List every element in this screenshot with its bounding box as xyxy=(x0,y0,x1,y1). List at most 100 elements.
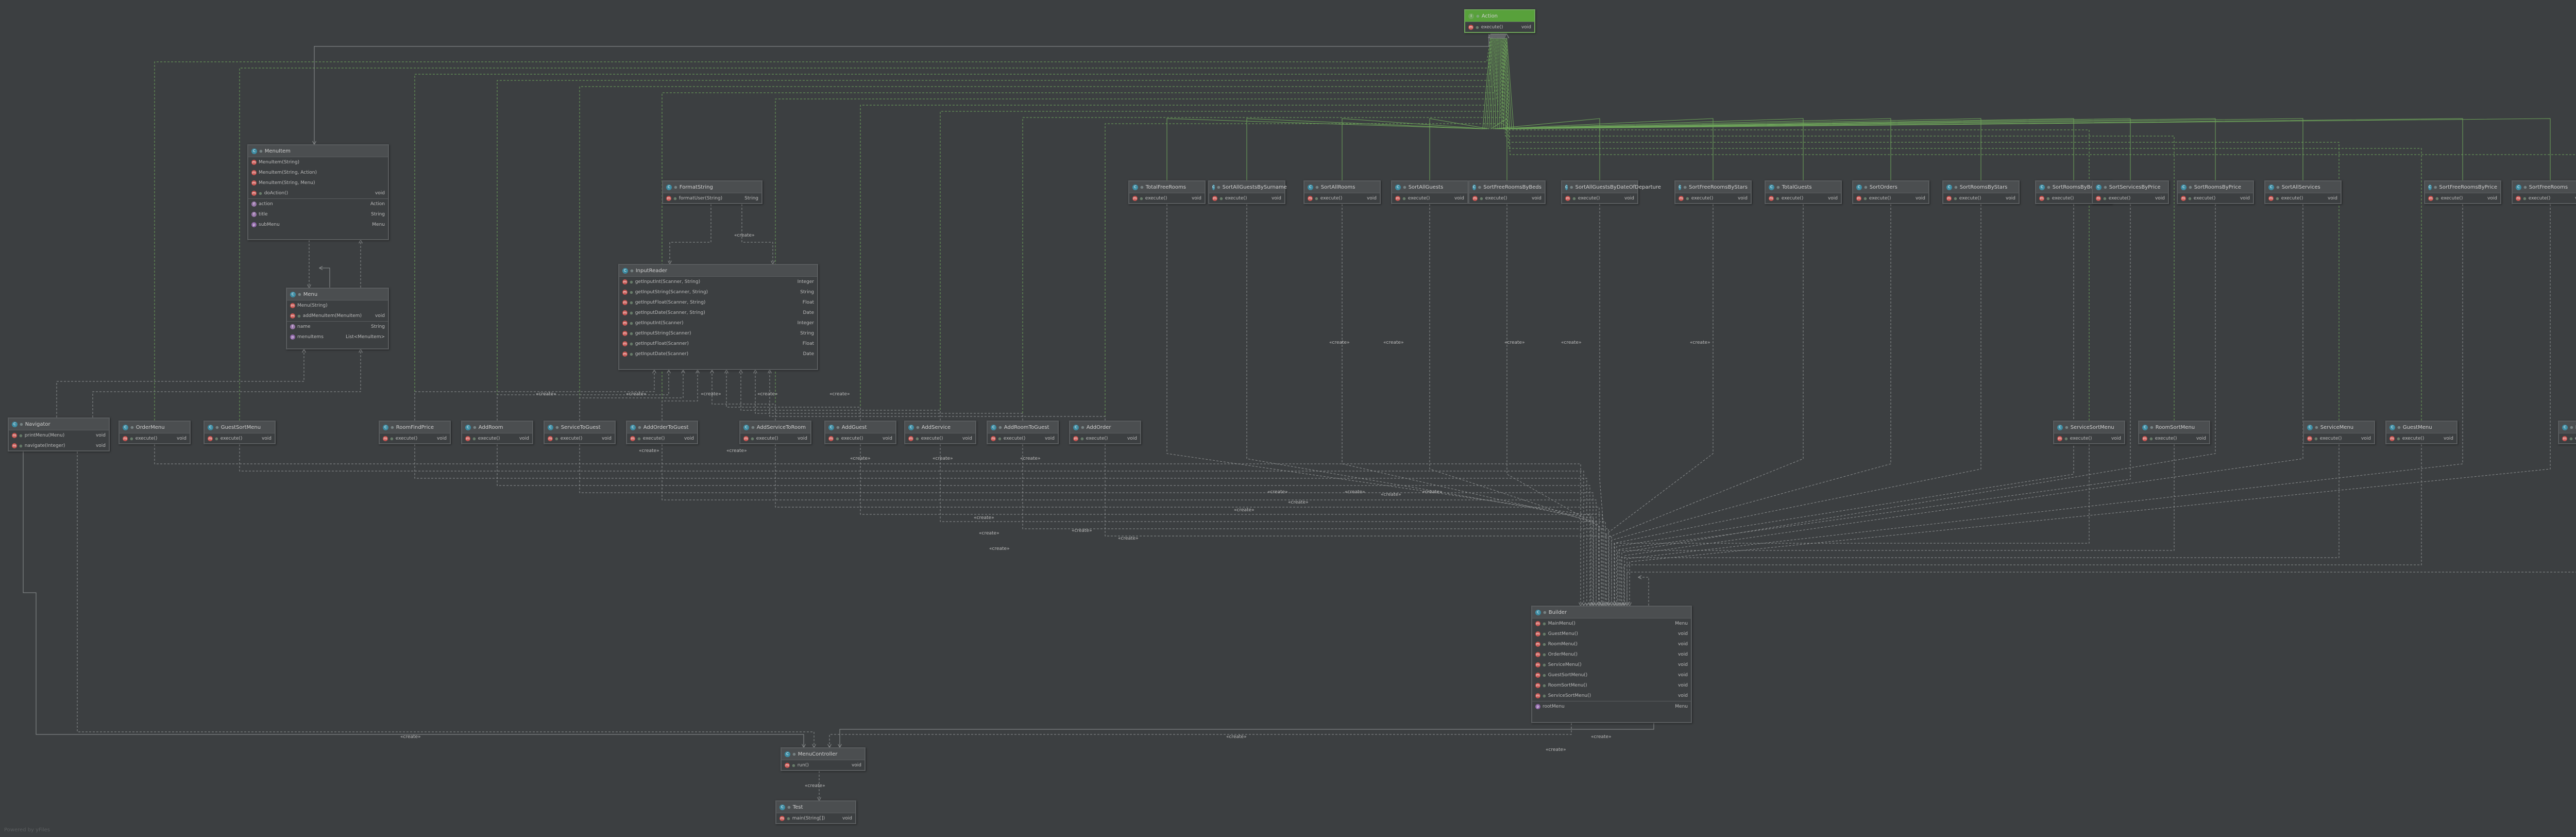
service-menu-class-node[interactable]: C ⊕ ServiceMenu m ⊕ execute() void xyxy=(2303,421,2375,444)
member-type: void xyxy=(882,436,892,441)
member-name: OrderMenu() xyxy=(1548,652,1578,657)
edge-label: «create» xyxy=(1234,508,1255,513)
public-icon: ⊕ xyxy=(787,816,790,821)
public-icon: ⊕ xyxy=(1954,185,1958,190)
total-guests-class-node[interactable]: C ⊕ TotalGuests m ⊕ execute() void xyxy=(1765,180,1842,204)
public-icon: ⊕ xyxy=(1543,631,1546,637)
public-icon: ⊕ xyxy=(1140,185,1144,190)
sort-all-guests-by-date-of-departure-class-node[interactable]: C ⊕ SortAllGuestsByDateOfDeparture m ⊕ execut… xyxy=(1561,180,1661,204)
association-edge xyxy=(319,268,330,288)
class-icon: C xyxy=(465,424,471,430)
menuitem-class-node[interactable]: C ⊕ MenuItem m MenuItem(String) m MenuItem(S… xyxy=(247,144,389,240)
class-title: SortFreeRoomsByBeds xyxy=(1483,184,1541,190)
room-find-price-class-node[interactable]: C ⊕ RoomFindPrice m ⊕ execute() void xyxy=(379,421,451,444)
test-class-node[interactable]: C ⊕ Test m ⊕ main(String[]) void xyxy=(775,800,856,824)
edge-label: «create» xyxy=(726,448,747,454)
public-icon: ⊕ xyxy=(630,268,634,273)
public-icon: ⊕ xyxy=(1315,196,1318,201)
method-icon: m xyxy=(666,196,671,201)
edge-label: «create» xyxy=(1561,340,1582,345)
member-type: void xyxy=(1677,631,1688,637)
add-room-to-guest-class-node[interactable]: C ⊕ AddRoomToGuest m ⊕ execute() void xyxy=(987,421,1059,444)
sort-all-services-class-node[interactable]: C ⊕ SortAllServices m ⊕ execute() void xyxy=(2264,180,2342,204)
create-edge xyxy=(829,723,1572,747)
total-free-rooms-class-node[interactable]: C ⊕ TotalFreeRooms m ⊕ execute() void xyxy=(1128,180,1206,204)
method-icon: m xyxy=(1535,631,1540,637)
public-icon: ⊕ xyxy=(836,425,840,430)
add-order-class-node[interactable]: C ⊕ AddOrder m ⊕ execute() void xyxy=(1069,421,1141,444)
method-icon: m xyxy=(123,436,128,441)
formatstring-class-node[interactable]: C ⊕ FormatString m ⊕ formatUser(String) Strin… xyxy=(662,180,762,204)
guest-sort-menu-class-node[interactable]: C ⊕ GuestSortMenu m ⊕ execute() void xyxy=(204,421,276,444)
use-edge xyxy=(662,370,698,421)
class-title: OrderMenu xyxy=(135,424,165,430)
member-name: execute() xyxy=(1869,196,1891,201)
sort-free-rooms-by-price-class-node[interactable]: C ⊕ SortFreeRoomsByPrice m ⊕ execute() void xyxy=(2424,180,2501,204)
method-icon: m xyxy=(1856,196,1861,201)
edge-label: «create» xyxy=(850,456,871,461)
add-guest-class-node[interactable]: C ⊕ AddGuest m ⊕ execute() void xyxy=(824,421,896,444)
public-icon: ⊕ xyxy=(2149,436,2153,441)
action-interface-node[interactable]: I ⊕ Action m ⊕ execute() void xyxy=(1464,9,1535,33)
method-icon: m xyxy=(908,436,913,441)
implements-edge xyxy=(1506,34,2576,155)
public-icon: ⊕ xyxy=(1543,621,1546,626)
navigator-class-node[interactable]: C ⊕ Navigator m ⊕ printMenu(Menu) void m ⊕ navi… xyxy=(8,417,110,451)
sort-rooms-by-price-class-node[interactable]: C ⊕ SortRoomsByPrice m ⊕ execute() void xyxy=(2177,180,2254,204)
service-to-guest-class-node[interactable]: C ⊕ ServiceToGuest m ⊕ execute() void xyxy=(544,421,616,444)
menu-class-node[interactable]: C ⊕ Menu m Menu(String) m ⊕ addMenuItem(MenuI… xyxy=(286,288,389,349)
class-title: Menu xyxy=(303,291,318,297)
sort-all-guests-by-surname-class-node[interactable]: C ⊕ SortAllGuestsBySurname m ⊕ execute() void xyxy=(1208,180,1287,204)
class-title: MenuItem xyxy=(264,148,291,154)
add-service-to-room-class-node[interactable]: C ⊕ AddServiceToRoom m ⊕ execute() void xyxy=(739,421,811,444)
create-edge xyxy=(1105,444,1612,606)
service-sort-menu-class-node[interactable]: C ⊕ ServiceSortMenu m ⊕ execute() void xyxy=(2053,421,2125,444)
member-name: execute() xyxy=(1225,196,1247,201)
member-type: void xyxy=(2111,436,2121,441)
class-title: SortAllGuestsByDateOfDeparture xyxy=(1575,184,1661,190)
room-sort-menu-class-node[interactable]: C ⊕ RoomSortMenu m ⊕ execute() void xyxy=(2138,421,2210,444)
sort-orders-class-node[interactable]: C ⊕ SortOrders m ⊕ execute() void xyxy=(1852,180,1929,204)
order-menu-class-node[interactable]: C ⊕ OrderMenu m ⊕ execute() void xyxy=(118,421,191,444)
room-menu-class-node[interactable]: C⊕RoomMenum⊕execute()void xyxy=(2558,421,2576,444)
public-icon: ⊕ xyxy=(391,425,394,430)
menucontroller-class-node[interactable]: C ⊕ MenuController m ⊕ run() void xyxy=(781,747,866,771)
add-service-class-node[interactable]: C ⊕ AddService m ⊕ execute() void xyxy=(904,421,976,444)
sort-services-by-price-class-node[interactable]: C ⊕ SortServicesByPrice m ⊕ execute() void xyxy=(2092,180,2169,204)
sort-free-rooms-by-stars-class-node[interactable]: C ⊕ SortFreeRoomsByStars m ⊕ execute() void xyxy=(1674,180,1752,204)
constructor-icon: m xyxy=(290,303,295,308)
class-icon: C xyxy=(1395,184,1401,190)
public-icon: ⊕ xyxy=(1863,196,1867,201)
guest-menu-class-node[interactable]: C ⊕ GuestMenu m ⊕ execute() void xyxy=(2385,421,2458,444)
member-type: String xyxy=(371,324,385,329)
edge-label: «create» xyxy=(400,734,421,740)
add-order-to-guest-class-node[interactable]: C ⊕ AddOrderToGuest m ⊕ execute() void xyxy=(626,421,698,444)
create-edge xyxy=(1617,204,2074,606)
method-icon: m xyxy=(208,436,213,441)
add-room-class-node[interactable]: C ⊕ AddRoom m ⊕ execute() void xyxy=(461,421,533,444)
sort-free-rooms-class-node[interactable]: C⊕SortFreeRoomsm⊕execute()void xyxy=(2512,180,2576,204)
sort-rooms-by-stars-class-node[interactable]: C ⊕ SortRoomsByStars m ⊕ execute() void xyxy=(1942,180,2020,204)
method-icon: m xyxy=(548,436,553,441)
public-icon: ⊕ xyxy=(1476,13,1480,19)
create-edge xyxy=(1621,444,2340,606)
member-type: List<MenuItem> xyxy=(345,334,385,340)
inputreader-class-node[interactable]: C ⊕ InputReader m ⊕ getInputInt(Scanner, Str… xyxy=(618,264,818,370)
sort-free-rooms-by-beds-class-node[interactable]: C ⊕ SortFreeRoomsByBeds m ⊕ execute() void xyxy=(1468,180,1546,204)
member-name: execute() xyxy=(2319,436,2342,441)
edge-label: «create» xyxy=(701,392,721,397)
method-icon: m xyxy=(2142,436,2147,441)
method-icon: m xyxy=(2039,196,2044,201)
create-edge xyxy=(1022,444,1608,606)
sort-all-rooms-class-node[interactable]: C ⊕ SortAllRooms m ⊕ execute() void xyxy=(1303,180,1381,204)
member-name: execute() xyxy=(1408,196,1430,201)
constructor-icon: m xyxy=(251,170,257,175)
sort-all-guests-class-node[interactable]: C ⊕ SortAllGuests m ⊕ execute() void xyxy=(1391,180,1468,204)
member-type: void xyxy=(1366,196,1377,201)
member-name: execute() xyxy=(1003,436,1026,441)
builder-class-node[interactable]: C ⊕ Builder m ⊕ MainMenu() Menu m ⊕ GuestMenu()… xyxy=(1531,606,1692,723)
member-type: void xyxy=(2155,196,2165,201)
class-title: SortFreeRooms xyxy=(2529,184,2568,190)
create-edge xyxy=(1342,204,1596,606)
public-icon: ⊕ xyxy=(472,436,476,441)
